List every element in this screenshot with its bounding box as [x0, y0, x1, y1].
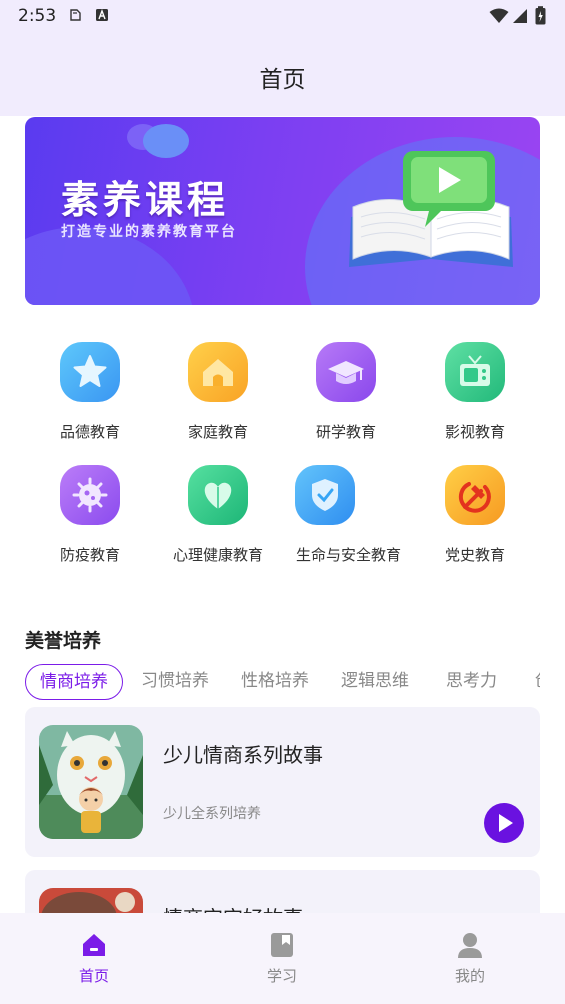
category-label: 影视教育 [444, 423, 505, 441]
home-icon [83, 934, 105, 956]
keyboard-a-icon [96, 9, 108, 21]
tab-xiguan[interactable]: 习惯培养 [141, 664, 209, 700]
tab-partial[interactable]: 创 [535, 664, 540, 700]
nav-label: 首页 [78, 967, 109, 985]
section-title: 美誉培养 [25, 630, 102, 652]
tv-icon [445, 342, 505, 402]
app-header: 首页 [0, 32, 565, 116]
house-icon [188, 342, 248, 402]
category-label: 心理健康教育 [172, 546, 263, 564]
status-bar: 2:53 [0, 0, 565, 32]
sd-card-icon [70, 9, 81, 21]
play-icon [499, 814, 513, 832]
heart-icon [188, 465, 248, 525]
course-thumbnail [39, 725, 143, 839]
category-label: 防疫教育 [59, 546, 120, 564]
status-time: 2:53 [18, 6, 57, 26]
category-label: 品德教育 [59, 423, 120, 441]
category-xinli[interactable]: 心理健康教育 [154, 465, 282, 566]
tab-luoji[interactable]: 逻辑思维 [341, 664, 409, 700]
category-yingshi[interactable]: 影视教育 [411, 342, 539, 443]
virus-icon [60, 465, 120, 525]
signal-icon [513, 9, 527, 23]
user-icon [458, 933, 482, 958]
category-fangyi[interactable]: 防疫教育 [26, 465, 154, 566]
nav-home[interactable]: 首页 [0, 913, 188, 1004]
category-label: 研学教育 [315, 423, 376, 441]
star-icon [60, 342, 120, 402]
category-label: 家庭教育 [187, 423, 248, 441]
category-label: 生命与安全教育 [296, 546, 402, 564]
category-label: 党史教育 [444, 546, 505, 564]
promo-banner[interactable]: 素养课程 打造专业的素养教育平台 [25, 117, 540, 305]
course-card[interactable]: 少儿情商系列故事 少儿全系列培养 [25, 707, 540, 857]
banner-title: 素养课程 [61, 178, 230, 222]
course-subtitle: 少儿全系列培养 [163, 806, 261, 822]
category-yanxue[interactable]: 研学教育 [282, 342, 410, 443]
banner-subtitle: 打造专业的素养教育平台 [61, 224, 237, 240]
nav-mine[interactable]: 我的 [376, 913, 564, 1004]
page-title: 首页 [259, 67, 306, 93]
category-pinde[interactable]: 品德教育 [26, 342, 154, 443]
shield-icon [295, 465, 355, 525]
bottom-nav: 首页 学习 我的 [0, 913, 565, 1004]
play-button[interactable] [484, 803, 524, 843]
hammer-sickle-icon [445, 465, 505, 525]
category-shengming[interactable]: 生命与安全教育 [266, 465, 426, 566]
course-title: 少儿情商系列故事 [163, 743, 323, 767]
tab-xingge[interactable]: 性格培养 [241, 664, 309, 700]
open-book-play-icon [349, 151, 513, 267]
category-tabs: 情商培养 习惯培养 性格培养 逻辑思维 思考力 创 [25, 664, 540, 702]
category-jiating[interactable]: 家庭教育 [154, 342, 282, 443]
battery-icon [535, 6, 546, 25]
nav-study[interactable]: 学习 [188, 913, 376, 1004]
tab-sikaoli[interactable]: 思考力 [446, 664, 497, 700]
category-dangshi[interactable]: 党史教育 [411, 465, 539, 566]
nav-label: 我的 [454, 967, 485, 985]
tab-qingshang[interactable]: 情商培养 [25, 664, 123, 700]
wifi-icon [489, 8, 509, 23]
graduation-cap-icon [316, 342, 376, 402]
nav-label: 学习 [266, 967, 297, 985]
banner-bubble [143, 124, 189, 158]
book-icon [271, 933, 293, 957]
